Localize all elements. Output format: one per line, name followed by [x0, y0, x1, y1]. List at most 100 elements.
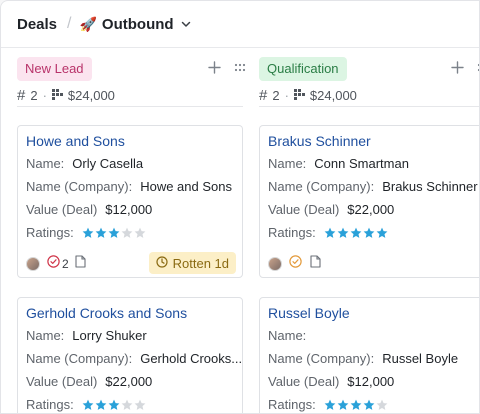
- note-icon[interactable]: [310, 255, 321, 273]
- deal-count: 2: [30, 87, 38, 103]
- company-name: Brakus Schinner: [382, 179, 478, 194]
- star-filled-icon[interactable]: [95, 227, 107, 239]
- avatar[interactable]: [26, 257, 40, 271]
- deal-title[interactable]: Howe and Sons: [26, 133, 125, 149]
- column-header: Qualification: [259, 57, 347, 81]
- star-filled-icon[interactable]: [376, 227, 388, 239]
- top-bar: Deals / 🚀 Outbound: [1, 1, 479, 48]
- star-filled-icon[interactable]: [350, 399, 362, 411]
- deal-card[interactable]: Gerhold Crooks and Sons Name: Lorry Shuk…: [17, 297, 243, 413]
- contact-name-field: Name: Conn Smartman: [268, 156, 409, 171]
- contact-name: Conn Smartman: [314, 156, 409, 171]
- deal-value-field: Value (Deal) $22,000: [26, 374, 152, 389]
- star-filled-icon[interactable]: [108, 399, 120, 411]
- column-actions: [208, 61, 246, 74]
- deal-value: $12,000: [347, 374, 395, 389]
- breadcrumb-deals[interactable]: Deals: [17, 16, 57, 33]
- stage-column-qualification: Qualification # 2 · $24,000 Brakus Schin…: [259, 48, 479, 413]
- card-footer: 2 Rotten 1d: [26, 252, 236, 274]
- rating-stars[interactable]: [82, 227, 146, 239]
- amount-icon: [51, 88, 63, 103]
- field-label: Value (Deal): [26, 374, 98, 389]
- column-header: New Lead: [17, 57, 92, 81]
- ratings-field: Ratings:: [268, 397, 388, 412]
- column-divider: [17, 106, 243, 107]
- deal-title[interactable]: Brakus Schinner: [268, 133, 371, 149]
- company-field: Name (Company): Gerhold Crooks...: [26, 351, 242, 366]
- field-label: Value (Deal): [26, 202, 98, 217]
- company-field: Name (Company): Russel Boyle: [268, 351, 458, 366]
- star-filled-icon[interactable]: [95, 399, 107, 411]
- rating-stars[interactable]: [324, 227, 388, 239]
- star-filled-icon[interactable]: [363, 399, 375, 411]
- rating-stars[interactable]: [324, 399, 388, 411]
- deal-card[interactable]: Russel Boyle Name: Name (Company): Russe…: [259, 297, 479, 413]
- column-actions: [451, 61, 479, 74]
- star-filled-icon[interactable]: [108, 227, 120, 239]
- task-count: 2: [62, 257, 69, 271]
- star-filled-icon[interactable]: [337, 399, 349, 411]
- rating-stars[interactable]: [82, 399, 146, 411]
- contact-name: Orly Casella: [72, 156, 144, 171]
- star-filled-icon[interactable]: [82, 227, 94, 239]
- field-label: Ratings:: [268, 225, 316, 240]
- field-label: Name:: [26, 156, 65, 171]
- task-check-icon[interactable]: [47, 255, 60, 273]
- field-label: Ratings:: [26, 397, 74, 412]
- stage-label[interactable]: Qualification: [259, 57, 347, 81]
- field-label: Name:: [26, 328, 65, 343]
- clock-icon: [156, 255, 168, 271]
- star-empty-icon[interactable]: [134, 227, 146, 239]
- count-symbol: #: [17, 86, 26, 104]
- field-label: Name:: [268, 328, 307, 343]
- deal-title[interactable]: Russel Boyle: [268, 305, 350, 321]
- company-name: Gerhold Crooks...: [140, 351, 243, 366]
- chevron-down-icon[interactable]: [180, 18, 192, 30]
- rocket-icon: 🚀: [79, 15, 97, 32]
- company-field: Name (Company): Brakus Schinner: [268, 179, 478, 194]
- note-icon[interactable]: [75, 255, 86, 273]
- company-name: Howe and Sons: [140, 179, 232, 194]
- rotten-badge: Rotten 1d: [148, 252, 236, 274]
- star-empty-icon[interactable]: [121, 227, 133, 239]
- column-stats: # 2 · $24,000: [259, 86, 357, 104]
- breadcrumb-view-outbound[interactable]: Outbound: [102, 16, 174, 33]
- add-card-icon[interactable]: [208, 61, 221, 74]
- deal-value-field: Value (Deal) $12,000: [268, 374, 394, 389]
- deal-card[interactable]: Howe and Sons Name: Orly Casella Name (C…: [17, 125, 243, 278]
- column-amount: $24,000: [67, 87, 115, 103]
- deal-value: $22,000: [347, 202, 395, 217]
- field-label: Value (Deal): [268, 374, 340, 389]
- deal-card[interactable]: Brakus Schinner Name: Conn Smartman Name…: [259, 125, 479, 278]
- star-filled-icon[interactable]: [350, 227, 362, 239]
- stats-separator: ·: [42, 87, 47, 103]
- field-label: Name (Company):: [268, 351, 375, 366]
- ratings-field: Ratings:: [26, 397, 146, 412]
- star-empty-icon[interactable]: [134, 399, 146, 411]
- star-filled-icon[interactable]: [324, 227, 336, 239]
- field-label: Name (Company):: [26, 351, 133, 366]
- star-empty-icon[interactable]: [121, 399, 133, 411]
- contact-name-field: Name: Orly Casella: [26, 156, 143, 171]
- star-filled-icon[interactable]: [363, 227, 375, 239]
- star-filled-icon[interactable]: [82, 399, 94, 411]
- deal-count: 2: [272, 87, 280, 103]
- breadcrumb-separator: /: [67, 15, 72, 32]
- add-card-icon[interactable]: [451, 61, 464, 74]
- amount-icon: [293, 88, 305, 103]
- deal-title[interactable]: Gerhold Crooks and Sons: [26, 305, 187, 321]
- field-label: Value (Deal): [268, 202, 340, 217]
- contact-name: Lorry Shuker: [72, 328, 147, 343]
- avatar[interactable]: [268, 257, 282, 271]
- star-empty-icon[interactable]: [376, 399, 388, 411]
- column-menu-icon[interactable]: [234, 62, 246, 74]
- stage-label[interactable]: New Lead: [17, 57, 92, 81]
- star-filled-icon[interactable]: [337, 227, 349, 239]
- field-label: Name:: [268, 156, 307, 171]
- task-check-icon[interactable]: [289, 255, 302, 273]
- company-field: Name (Company): Howe and Sons: [26, 179, 232, 194]
- star-filled-icon[interactable]: [324, 399, 336, 411]
- card-footer: [268, 254, 478, 274]
- deal-value: $12,000: [105, 202, 153, 217]
- rotten-label: Rotten 1d: [172, 255, 229, 271]
